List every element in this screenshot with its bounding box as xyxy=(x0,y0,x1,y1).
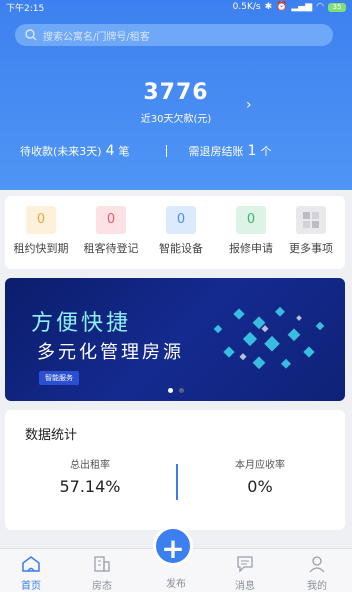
quick-item-label: 租客待登记 xyxy=(83,242,139,255)
banner-subtitle: 多元化管理房源 xyxy=(37,342,184,363)
tab-label: 我的 xyxy=(307,581,327,592)
tab-label: 房态 xyxy=(92,581,112,592)
stat-label: 本月应收率 xyxy=(235,460,285,471)
lease-expiring-badge: 0 xyxy=(26,206,56,234)
quick-item-lease-expiring[interactable]: 0 租约快到期 xyxy=(11,206,71,256)
stat-label: 总出租率 xyxy=(70,460,110,471)
banner-title: 方便快捷 xyxy=(31,311,132,336)
pending-unit: 笔 xyxy=(118,145,130,158)
smart-devices-badge: 0 xyxy=(166,206,196,234)
banner-tag: 智能服务 xyxy=(39,371,79,385)
search-input[interactable]: 搜索公寓名/门牌号/租客 xyxy=(15,24,333,46)
stat-value: 0% xyxy=(247,477,273,496)
quick-item-label: 租约快到期 xyxy=(13,242,69,255)
tab-profile[interactable]: 我的 xyxy=(292,555,342,592)
tab-label: 发布 xyxy=(166,579,186,590)
search-placeholder: 搜索公寓名/门牌号/租客 xyxy=(43,31,150,43)
tab-rooms[interactable]: 房态 xyxy=(77,555,127,592)
checkout-unit: 个 xyxy=(260,145,272,158)
tenant-register-badge: 0 xyxy=(96,206,126,234)
stat-due-rate[interactable]: 本月应收率 0% xyxy=(185,456,335,496)
quick-item-smart-devices[interactable]: 0 智能设备 xyxy=(151,206,211,256)
plus-icon[interactable]: + xyxy=(153,526,193,566)
promo-banner[interactable]: 方便快捷 多元化管理房源 智能服务 xyxy=(5,278,345,401)
alarm-icon: ⏰ xyxy=(276,2,288,12)
signal-icon: ▂▄▆ xyxy=(291,2,313,12)
tab-label: 首页 xyxy=(21,581,41,592)
stat-value: 57.14% xyxy=(59,477,121,496)
pending-label: 待收款(未来3天) xyxy=(20,145,102,158)
carousel-dot-active[interactable] xyxy=(168,388,173,393)
quick-item-more[interactable]: 更多事项 xyxy=(281,206,341,256)
pending-count[interactable]: 4 xyxy=(106,143,115,159)
debt-amount[interactable]: 3776 xyxy=(0,80,352,105)
quick-item-label: 更多事项 xyxy=(289,242,333,255)
quick-actions-card: 0 租约快到期 0 租客待登记 0 智能设备 0 报修申请 更多事项 xyxy=(5,196,345,269)
quick-item-repair-requests[interactable]: 0 报修申请 xyxy=(221,206,281,256)
wifi-icon: ◠ xyxy=(316,2,324,12)
quick-item-label: 智能设备 xyxy=(159,242,203,255)
tab-home[interactable]: 首页 xyxy=(6,555,56,592)
bluetooth-icon: ✱ xyxy=(264,2,273,12)
user-icon xyxy=(309,556,325,573)
carousel-dot[interactable] xyxy=(179,388,184,393)
summary-divider xyxy=(165,145,167,157)
message-icon xyxy=(237,556,253,573)
home-icon xyxy=(22,556,40,572)
chevron-right-icon[interactable]: › xyxy=(246,97,252,113)
quick-item-tenant-register[interactable]: 0 租客待登记 xyxy=(81,206,141,256)
header-panel: 下午2:15 0.5K/s ✱ ⏰ ▂▄▆ ◠ 35 搜索公寓名/门牌号/租客 … xyxy=(0,0,352,190)
checkout-label: 需退房结账 xyxy=(188,145,244,158)
search-icon xyxy=(25,29,37,41)
summary-row: 待收款(未来3天) 4 笔 需退房结账 1 个 xyxy=(20,143,340,159)
stats-title: 数据统计 xyxy=(25,428,78,443)
tab-label: 消息 xyxy=(235,581,255,592)
debt-amount-label: 近30天欠款(元) xyxy=(140,114,212,125)
status-bar: 下午2:15 0.5K/s ✱ ⏰ ▂▄▆ ◠ 35 xyxy=(0,0,352,14)
status-right: 0.5K/s ✱ ⏰ ▂▄▆ ◠ 35 xyxy=(233,2,346,12)
stats-card: 数据统计 总出租率 57.14% 本月应收率 0% xyxy=(5,410,345,530)
battery-icon: 35 xyxy=(328,2,346,12)
tab-publish[interactable]: 发布 xyxy=(151,575,201,590)
quick-item-label: 报修申请 xyxy=(229,242,273,255)
stat-rent-rate[interactable]: 总出租率 57.14% xyxy=(15,456,165,496)
status-time: 下午2:15 xyxy=(6,3,45,14)
grid-icon xyxy=(296,206,326,234)
building-icon xyxy=(94,556,110,572)
network-speed: 0.5K/s xyxy=(232,2,261,12)
repair-requests-badge: 0 xyxy=(236,206,266,234)
carousel-indicator xyxy=(0,388,352,393)
checkout-count[interactable]: 1 xyxy=(248,143,257,159)
stats-divider xyxy=(176,464,178,500)
tab-messages[interactable]: 消息 xyxy=(220,555,270,592)
